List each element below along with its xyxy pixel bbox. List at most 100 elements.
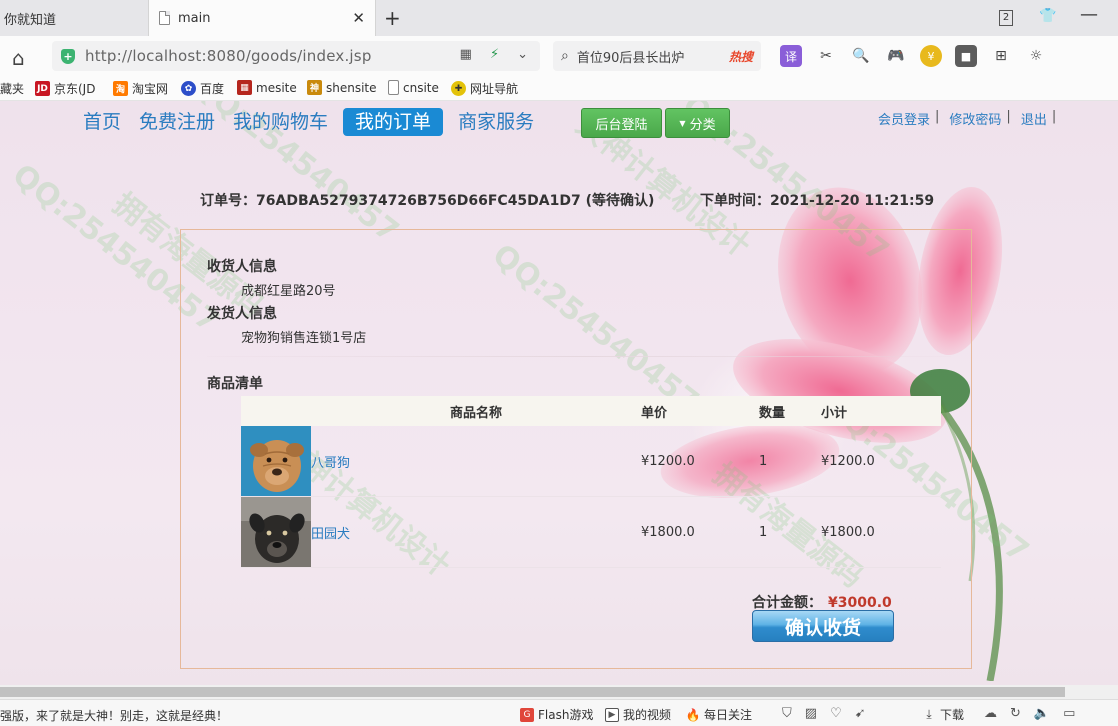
- jd-icon: JD: [35, 81, 50, 96]
- game-controller-icon[interactable]: 🎮: [885, 45, 907, 67]
- heart-rate-icon[interactable]: ♡: [830, 706, 842, 721]
- nav-cart[interactable]: 我的购物车: [224, 108, 337, 136]
- bookmark-mesite[interactable]: ▦ mesite: [237, 80, 297, 95]
- rocket-icon[interactable]: ➹: [855, 706, 866, 721]
- compass-icon: ✚: [451, 81, 466, 96]
- order-number: 订单号：76ADBA5279374726B756D66FC45DA1D7 (等待…: [200, 193, 655, 209]
- goods-table: 商品名称 单价 数量 小计 八哥狗 ¥1200.0 1 ¥1200.0 田园犬 …: [241, 396, 941, 568]
- goods-subtotal: ¥1200.0: [821, 426, 941, 497]
- close-tab-icon[interactable]: ✕: [352, 9, 365, 27]
- new-tab-icon[interactable]: +: [384, 6, 401, 30]
- flame-icon: 🔥: [685, 707, 701, 722]
- mesite-icon: ▦: [237, 80, 252, 95]
- goods-qty: 1: [759, 496, 821, 568]
- goods-name-link[interactable]: 田园犬: [311, 527, 350, 542]
- column-header-qty: 数量: [759, 396, 821, 426]
- browser-toolbar: ⌂ + http://localhost:8080/goods/index.js…: [0, 36, 1118, 76]
- goods-price: ¥1800.0: [641, 496, 759, 568]
- refresh-icon[interactable]: ↻: [1010, 706, 1021, 721]
- bookmarks-bar: 藏夹 JD 京东(JD 淘淘宝网 ✿ 百度 ▦ mesite 神 shensite cn…: [0, 76, 1118, 101]
- nav-home[interactable]: 首页: [74, 108, 130, 136]
- page-icon: [388, 80, 399, 95]
- sender-address: 宠物狗销售连锁1号店: [241, 331, 367, 346]
- goods-subtotal: ¥1800.0: [821, 496, 941, 568]
- goods-price: ¥1200.0: [641, 426, 759, 497]
- status-icons-right: ☁ ↻ 🔈 ▭: [984, 706, 1075, 721]
- logout-link[interactable]: 退出: [1021, 109, 1047, 128]
- tab-active[interactable]: main ✕: [148, 0, 376, 36]
- tab-label: main: [178, 10, 211, 26]
- browser-tab-bar: 你就知道 main ✕ + 2 👕 —: [0, 0, 1118, 36]
- bookmark-jd[interactable]: JD 京东(JD: [35, 80, 95, 97]
- brightness-icon[interactable]: ☼: [1025, 45, 1047, 67]
- flash-games-link[interactable]: G Flash游戏: [520, 706, 593, 723]
- column-header-price: 单价: [641, 396, 759, 426]
- secure-shield-icon: +: [61, 48, 75, 64]
- scissors-icon[interactable]: ✂: [815, 45, 837, 67]
- coin-icon[interactable]: ¥: [920, 45, 942, 67]
- speed-mode-icon[interactable]: ⚡: [490, 47, 499, 62]
- hot-search-badge[interactable]: 热搜: [729, 48, 753, 65]
- cloud-icon[interactable]: ☁: [984, 706, 997, 721]
- scrollbar-thumb[interactable]: [0, 687, 1065, 697]
- bookmark-folder[interactable]: 藏夹: [0, 80, 24, 97]
- divider: [207, 356, 951, 357]
- site-navigation: 首页 免费注册 我的购物车 我的订单 商家服务: [74, 107, 543, 137]
- tab-inactive[interactable]: 你就知道: [0, 0, 148, 36]
- member-links: 会员登录 | 修改密码 | 退出 |: [878, 109, 1057, 128]
- sender-title: 发货人信息: [207, 306, 277, 322]
- shar-pei-dog-photo[interactable]: [241, 426, 311, 496]
- goods-name-link[interactable]: 八哥狗: [311, 456, 350, 471]
- minimize-icon[interactable]: —: [1080, 4, 1098, 25]
- qr-code-icon[interactable]: ▦: [460, 47, 472, 62]
- horizontal-scrollbar[interactable]: [0, 685, 1118, 699]
- status-icons: ⛉ ▨ ♡ ➹: [782, 706, 866, 721]
- window-count-badge[interactable]: 2: [999, 10, 1013, 26]
- taobao-icon: 淘: [113, 81, 128, 96]
- sound-icon[interactable]: 🔈: [1034, 706, 1050, 721]
- grid-apps-icon[interactable]: ⊞: [990, 45, 1012, 67]
- daily-focus-link[interactable]: 🔥 每日关注: [686, 706, 752, 723]
- receiver-title: 收货人信息: [207, 259, 277, 275]
- bookmark-nav[interactable]: ✚ 网址导航: [451, 80, 518, 97]
- image-icon[interactable]: ▨: [805, 706, 817, 721]
- nav-merchant[interactable]: 商家服务: [449, 108, 543, 136]
- extension-icon[interactable]: ■: [955, 45, 977, 67]
- bookmark-taobao[interactable]: 淘淘宝网: [113, 80, 168, 97]
- tab-label: 你就知道: [4, 12, 57, 28]
- goods-qty: 1: [759, 426, 821, 497]
- search-box[interactable]: ⌕ 首位90后县长出炉 热搜: [553, 41, 761, 71]
- magnifier-icon[interactable]: 🔍: [850, 45, 872, 67]
- download-icon: ⤓: [926, 707, 932, 721]
- bookmark-baidu[interactable]: ✿ 百度: [181, 80, 224, 97]
- order-detail-panel: 收货人信息 成都红星路20号 发货人信息 宠物狗销售连锁1号店 商品清单 商品名…: [180, 229, 972, 669]
- member-login-link[interactable]: 会员登录: [878, 109, 930, 128]
- rural-dog-photo[interactable]: [241, 497, 311, 567]
- nav-my-orders[interactable]: 我的订单: [343, 108, 444, 136]
- column-header-name: 商品名称: [311, 396, 641, 426]
- change-password-link[interactable]: 修改密码: [949, 109, 1001, 128]
- toolbar-icons: 译 ✂ 🔍 🎮 ¥ ■ ⊞ ☼: [780, 45, 1047, 67]
- window-icon[interactable]: ▭: [1063, 706, 1075, 721]
- bookmark-cnsite[interactable]: cnsite: [388, 80, 439, 95]
- category-dropdown-button[interactable]: ▼ 分类: [665, 108, 730, 138]
- shensite-icon: 神: [307, 80, 322, 95]
- admin-login-button[interactable]: 后台登陆: [581, 108, 662, 138]
- download-link[interactable]: ⤓ 下载: [922, 706, 964, 723]
- chevron-down-icon[interactable]: ⌄: [517, 47, 528, 62]
- home-icon[interactable]: ⌂: [12, 46, 25, 70]
- bookmark-shensite[interactable]: 神 shensite: [307, 80, 377, 95]
- browser-status-bar: 强版，来了就是大神！别走，这就是经典！ G Flash游戏 ▶ 我的视频 🔥 每日关注…: [0, 699, 1118, 726]
- my-videos-link[interactable]: ▶ 我的视频: [605, 706, 671, 723]
- shield-icon[interactable]: ⛉: [782, 706, 792, 721]
- search-query[interactable]: 首位90后县长出炉: [577, 47, 685, 66]
- search-icon: ⌕: [561, 48, 569, 64]
- address-bar[interactable]: + http://localhost:8080/goods/index.jsp …: [52, 41, 540, 71]
- page-viewport: QQ:254540457 QQ:254540457 QQ:254540457 Q…: [0, 101, 1118, 685]
- confirm-receipt-button[interactable]: 确认收货: [752, 610, 894, 642]
- baidu-paw-icon: ✿: [181, 81, 196, 96]
- translate-icon[interactable]: 译: [780, 45, 802, 67]
- url-text[interactable]: http://localhost:8080/goods/index.jsp: [85, 47, 372, 65]
- skin-icon[interactable]: 👕: [1039, 8, 1056, 24]
- nav-register[interactable]: 免费注册: [130, 108, 224, 136]
